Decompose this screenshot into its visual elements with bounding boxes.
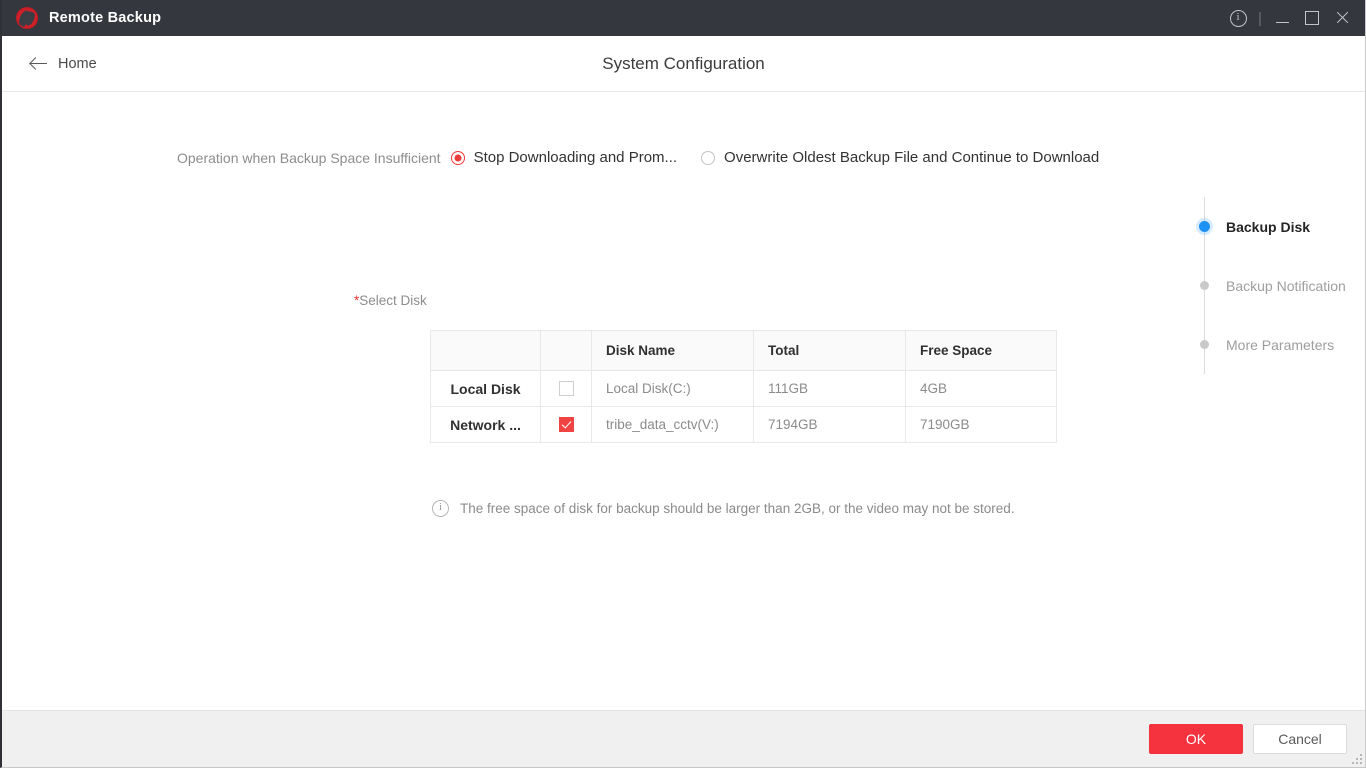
- home-label: Home: [58, 55, 97, 72]
- info-button[interactable]: [1223, 4, 1253, 32]
- info-note-text: The free space of disk for backup should…: [460, 501, 1015, 516]
- titlebar-separator: |: [1258, 9, 1262, 27]
- cell-total: 111GB: [753, 370, 906, 407]
- cell-disk-type: Local Disk: [430, 370, 541, 407]
- radio-label-stop-downloading: Stop Downloading and Prom...: [473, 149, 678, 166]
- th-select: [540, 330, 592, 371]
- table-row[interactable]: Network ... tribe_data_cctv(V:) 7194GB 7…: [430, 406, 1057, 443]
- cell-disk-name: Local Disk(C:): [591, 370, 754, 407]
- minimize-button[interactable]: [1267, 4, 1297, 32]
- th-total: Total: [753, 330, 906, 371]
- maximize-icon: [1305, 11, 1319, 25]
- operation-label: Operation when Backup Space Insufficient: [177, 149, 441, 166]
- app-title: Remote Backup: [49, 10, 162, 26]
- th-disk-name: Disk Name: [591, 330, 754, 371]
- step-label-more-parameters: More Parameters: [1226, 336, 1335, 353]
- resize-grip-icon[interactable]: [1351, 753, 1362, 764]
- radio-icon-selected: [450, 150, 465, 165]
- step-dot-icon: [1200, 340, 1209, 349]
- step-navigation: Backup Disk Backup Notification More Par…: [1198, 197, 1366, 374]
- info-circle-icon: [432, 499, 449, 517]
- info-icon: [1229, 9, 1247, 27]
- page-header: Home System Configuration: [2, 36, 1365, 92]
- arrow-left-icon: [30, 57, 47, 71]
- disk-table-body: Local Disk Local Disk(C:) 111GB 4GB Netw…: [430, 370, 1057, 443]
- step-label-backup-notification: Backup Notification: [1226, 277, 1346, 294]
- select-disk-label: *Select Disk: [354, 293, 427, 308]
- disk-table: Disk Name Total Free Space Local Disk Lo…: [430, 330, 1057, 443]
- th-free-space: Free Space: [905, 330, 1057, 371]
- close-button[interactable]: [1327, 4, 1357, 32]
- cell-free-space: 4GB: [905, 370, 1057, 407]
- step-backup-disk[interactable]: Backup Disk: [1198, 197, 1366, 256]
- cell-disk-name: tribe_data_cctv(V:): [591, 406, 754, 443]
- radio-stop-downloading[interactable]: Stop Downloading and Prom...: [450, 149, 678, 166]
- ok-button[interactable]: OK: [1149, 724, 1243, 754]
- radio-icon-unselected: [701, 150, 716, 165]
- close-icon: [1335, 11, 1349, 25]
- th-disk-type: [430, 330, 541, 371]
- step-dot-icon: [1200, 281, 1209, 290]
- maximize-button[interactable]: [1297, 4, 1327, 32]
- radio-overwrite-oldest[interactable]: Overwrite Oldest Backup File and Continu…: [701, 149, 1099, 166]
- step-label-backup-disk: Backup Disk: [1226, 218, 1311, 235]
- app-window: Remote Backup | Home System Configuratio…: [0, 0, 1366, 768]
- step-backup-notification[interactable]: Backup Notification: [1198, 256, 1366, 315]
- table-row[interactable]: Local Disk Local Disk(C:) 111GB 4GB: [430, 370, 1057, 407]
- page-title: System Configuration: [602, 53, 765, 73]
- minimize-icon: [1275, 21, 1289, 23]
- checkbox-local-disk[interactable]: [558, 380, 574, 396]
- disk-table-header: Disk Name Total Free Space: [430, 330, 1057, 371]
- cancel-button[interactable]: Cancel: [1253, 724, 1347, 754]
- cell-checkbox[interactable]: [540, 370, 592, 407]
- cell-disk-type: Network ...: [430, 406, 541, 443]
- remote-backup-logo-icon: [16, 7, 38, 29]
- footer-bar: OK Cancel: [2, 710, 1365, 767]
- title-bar: Remote Backup |: [2, 0, 1365, 36]
- step-more-parameters[interactable]: More Parameters: [1198, 315, 1366, 374]
- cell-free-space: 7190GB: [905, 406, 1057, 443]
- step-dot-active-icon: [1199, 221, 1210, 232]
- select-disk-text: Select Disk: [359, 293, 427, 308]
- cell-total: 7194GB: [753, 406, 906, 443]
- home-back-button[interactable]: Home: [30, 56, 97, 72]
- checkbox-network-disk[interactable]: [558, 416, 574, 432]
- info-note: The free space of disk for backup should…: [432, 499, 1015, 517]
- operation-option-row: Operation when Backup Space Insufficient…: [2, 149, 1123, 166]
- radio-label-overwrite-oldest: Overwrite Oldest Backup File and Continu…: [724, 149, 1100, 166]
- cell-checkbox[interactable]: [540, 406, 592, 443]
- table-header-row: Disk Name Total Free Space: [430, 330, 1057, 371]
- content-area: Operation when Backup Space Insufficient…: [2, 92, 1365, 710]
